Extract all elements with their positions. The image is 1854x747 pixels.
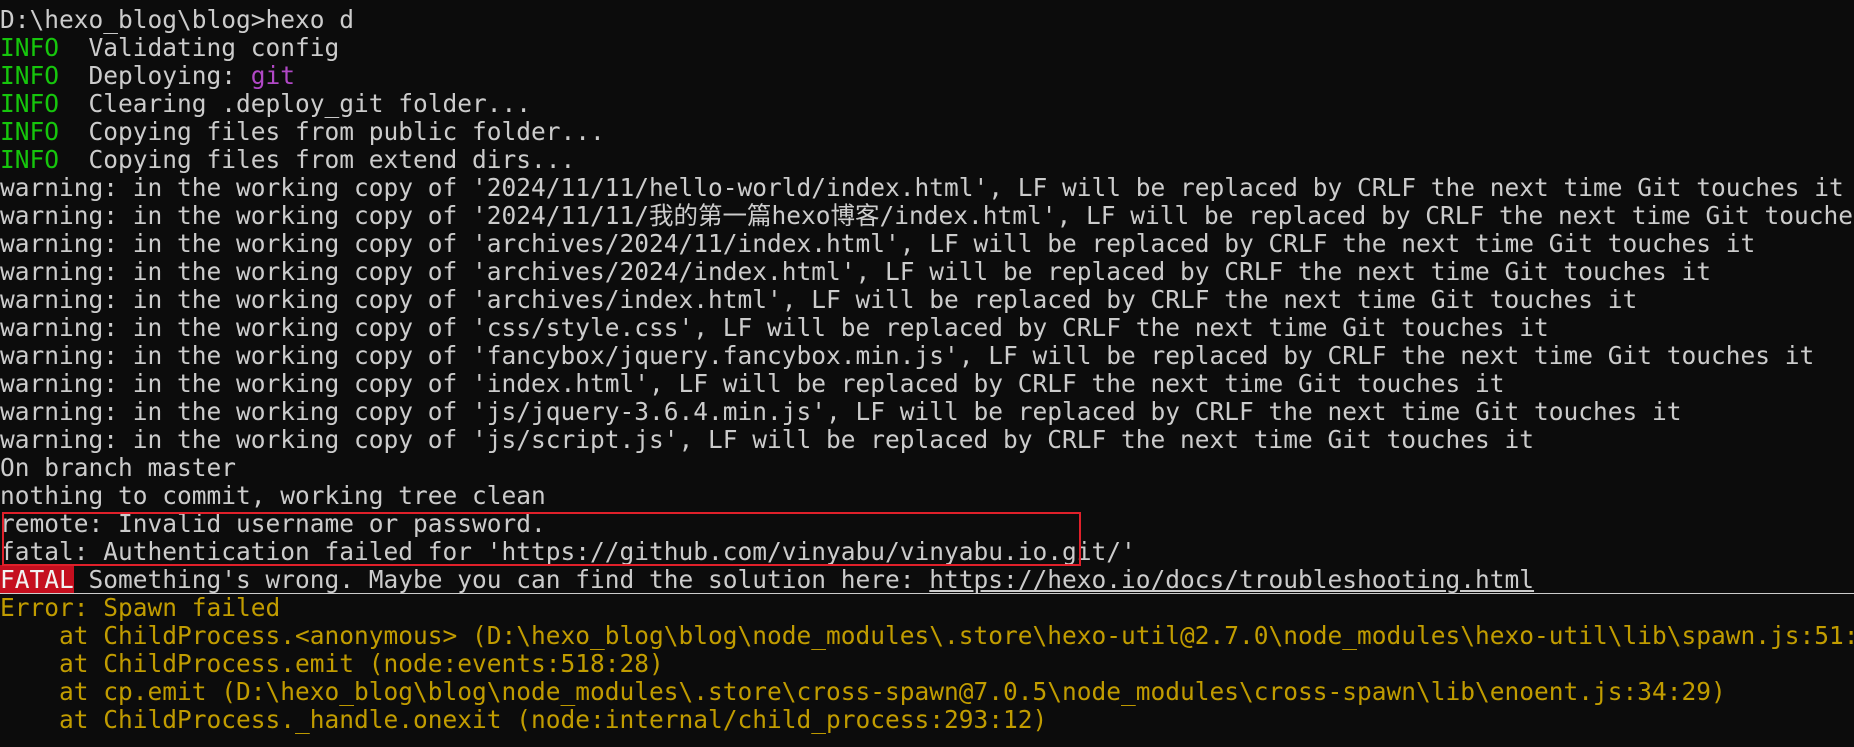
- warning-line: warning: in the working copy of 'archive…: [0, 257, 1712, 286]
- warning-line: warning: in the working copy of 'js/jque…: [0, 397, 1682, 426]
- error-line: Error: Spawn failed: [0, 593, 281, 622]
- info-line-copying-public: INFO Copying files from public folder...: [0, 118, 1854, 146]
- warning-line: warning: in the working copy of '2024/11…: [0, 173, 1844, 202]
- info-text: Copying files from extend dirs...: [59, 145, 576, 174]
- info-line-deploying: INFO Deploying: git: [0, 62, 1854, 90]
- warning-line: warning: in the working copy of 'fancybo…: [0, 341, 1815, 370]
- warning-line: warning: in the working copy of '2024/11…: [0, 201, 1854, 230]
- info-text: Clearing .deploy_git folder...: [59, 89, 532, 118]
- warning-line: warning: in the working copy of 'index.h…: [0, 369, 1505, 398]
- stack-trace-line: at cp.emit (D:\hexo_blog\blog\node_modul…: [0, 677, 1726, 706]
- stack-trace-line: at ChildProcess._handle.onexit (node:int…: [0, 705, 1048, 734]
- warning-line: warning: in the working copy of 'archive…: [0, 285, 1638, 314]
- command-line: D:\hexo_blog\blog>hexo d: [0, 5, 355, 34]
- stack-trace-line: at ChildProcess.emit (node:events:518:28…: [0, 649, 664, 678]
- info-tag: INFO: [0, 61, 60, 90]
- deployer-name: git: [250, 61, 296, 90]
- stack-trace-line: at ChildProcess.<anonymous> (D:\hexo_blo…: [0, 621, 1854, 650]
- info-line-validating: INFO Validating config: [0, 34, 1854, 62]
- info-text: Validating config: [59, 33, 340, 62]
- terminal-output[interactable]: D:\hexo_blog\blog>hexo d INFO Validating…: [0, 0, 1854, 747]
- info-tag: INFO: [0, 89, 60, 118]
- warning-line: warning: in the working copy of 'archive…: [0, 229, 1756, 258]
- fatal-text: Something's wrong. Maybe you can find th…: [73, 565, 930, 594]
- remote-error-line: remote: Invalid username or password.: [0, 509, 546, 538]
- clean-line: nothing to commit, working tree clean: [0, 481, 546, 510]
- info-text: Deploying:: [59, 61, 251, 90]
- info-text: Copying files from public folder...: [59, 117, 605, 146]
- info-tag: INFO: [0, 145, 60, 174]
- info-line-copying-extend: INFO Copying files from extend dirs...: [0, 146, 1854, 174]
- troubleshooting-link[interactable]: https://hexo.io/docs/troubleshooting.htm…: [929, 565, 1534, 594]
- fatal-line: FATAL Something's wrong. Maybe you can f…: [0, 565, 1854, 594]
- auth-failed-line: fatal: Authentication failed for 'https:…: [0, 537, 1136, 566]
- warning-line: warning: in the working copy of 'css/sty…: [0, 313, 1549, 342]
- warning-line: warning: in the working copy of 'js/scri…: [0, 425, 1535, 454]
- info-line-clearing: INFO Clearing .deploy_git folder...: [0, 90, 1854, 118]
- info-tag: INFO: [0, 33, 60, 62]
- info-tag: INFO: [0, 117, 60, 146]
- fatal-badge: FATAL: [0, 565, 74, 594]
- branch-line: On branch master: [0, 453, 237, 482]
